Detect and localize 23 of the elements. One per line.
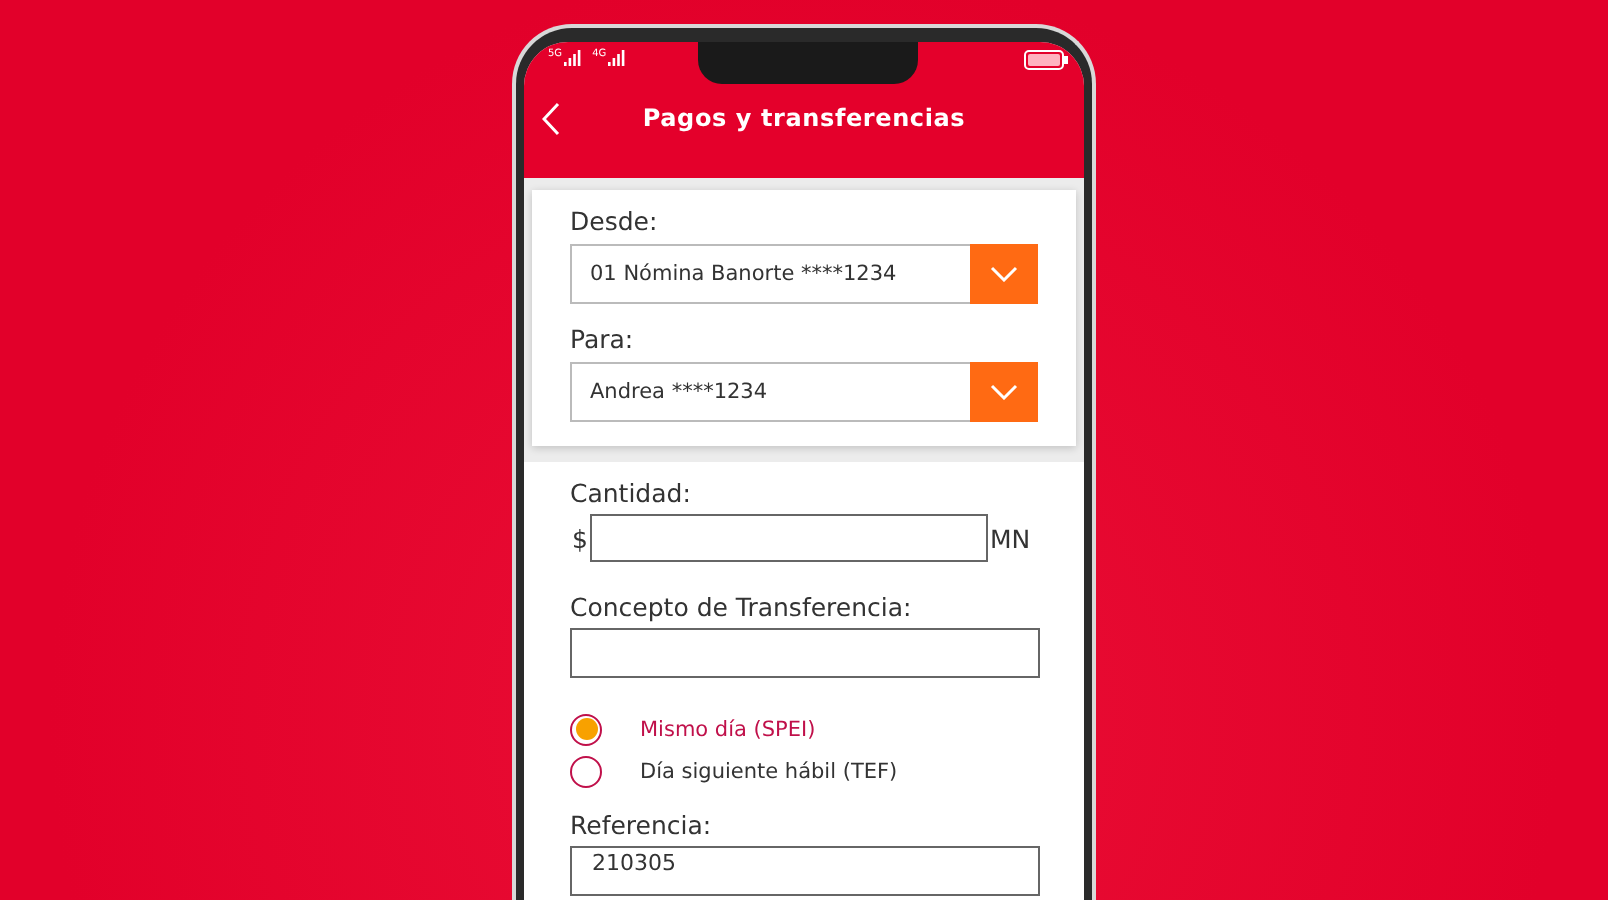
radio-button[interactable] (570, 755, 602, 787)
select-value: 01 Nómina Banorte ****1234 (590, 262, 897, 286)
currency-suffix: MN (989, 523, 1031, 553)
back-icon[interactable] (542, 101, 560, 135)
reference-field[interactable]: 210305 (570, 846, 1040, 896)
select-field[interactable]: 01 Nómina Banorte ****1234 (570, 244, 1038, 304)
amount-field[interactable] (589, 514, 988, 562)
field-label: Cantidad: (570, 478, 691, 508)
select-field[interactable]: Andrea ****1234 (570, 362, 1038, 422)
radio-label: Día siguiente hábil (TEF) (640, 759, 898, 783)
field-label: Para: (570, 324, 634, 354)
field-label: Desde: (570, 206, 658, 236)
radio-label: Mismo día (SPEI) (640, 717, 816, 741)
battery-icon (1024, 50, 1068, 70)
currency-prefix: $ (572, 523, 588, 553)
select-value: Andrea ****1234 (590, 380, 768, 404)
field-label: Referencia: (570, 810, 712, 840)
radio-button[interactable] (570, 713, 602, 745)
chevron-down-icon (990, 384, 1018, 400)
chevron-down-icon (990, 266, 1018, 282)
concept-field[interactable] (570, 628, 1040, 678)
screen-title: Pagos y transferencias (642, 104, 966, 132)
field-label: Concepto de Transferencia: (570, 592, 912, 622)
